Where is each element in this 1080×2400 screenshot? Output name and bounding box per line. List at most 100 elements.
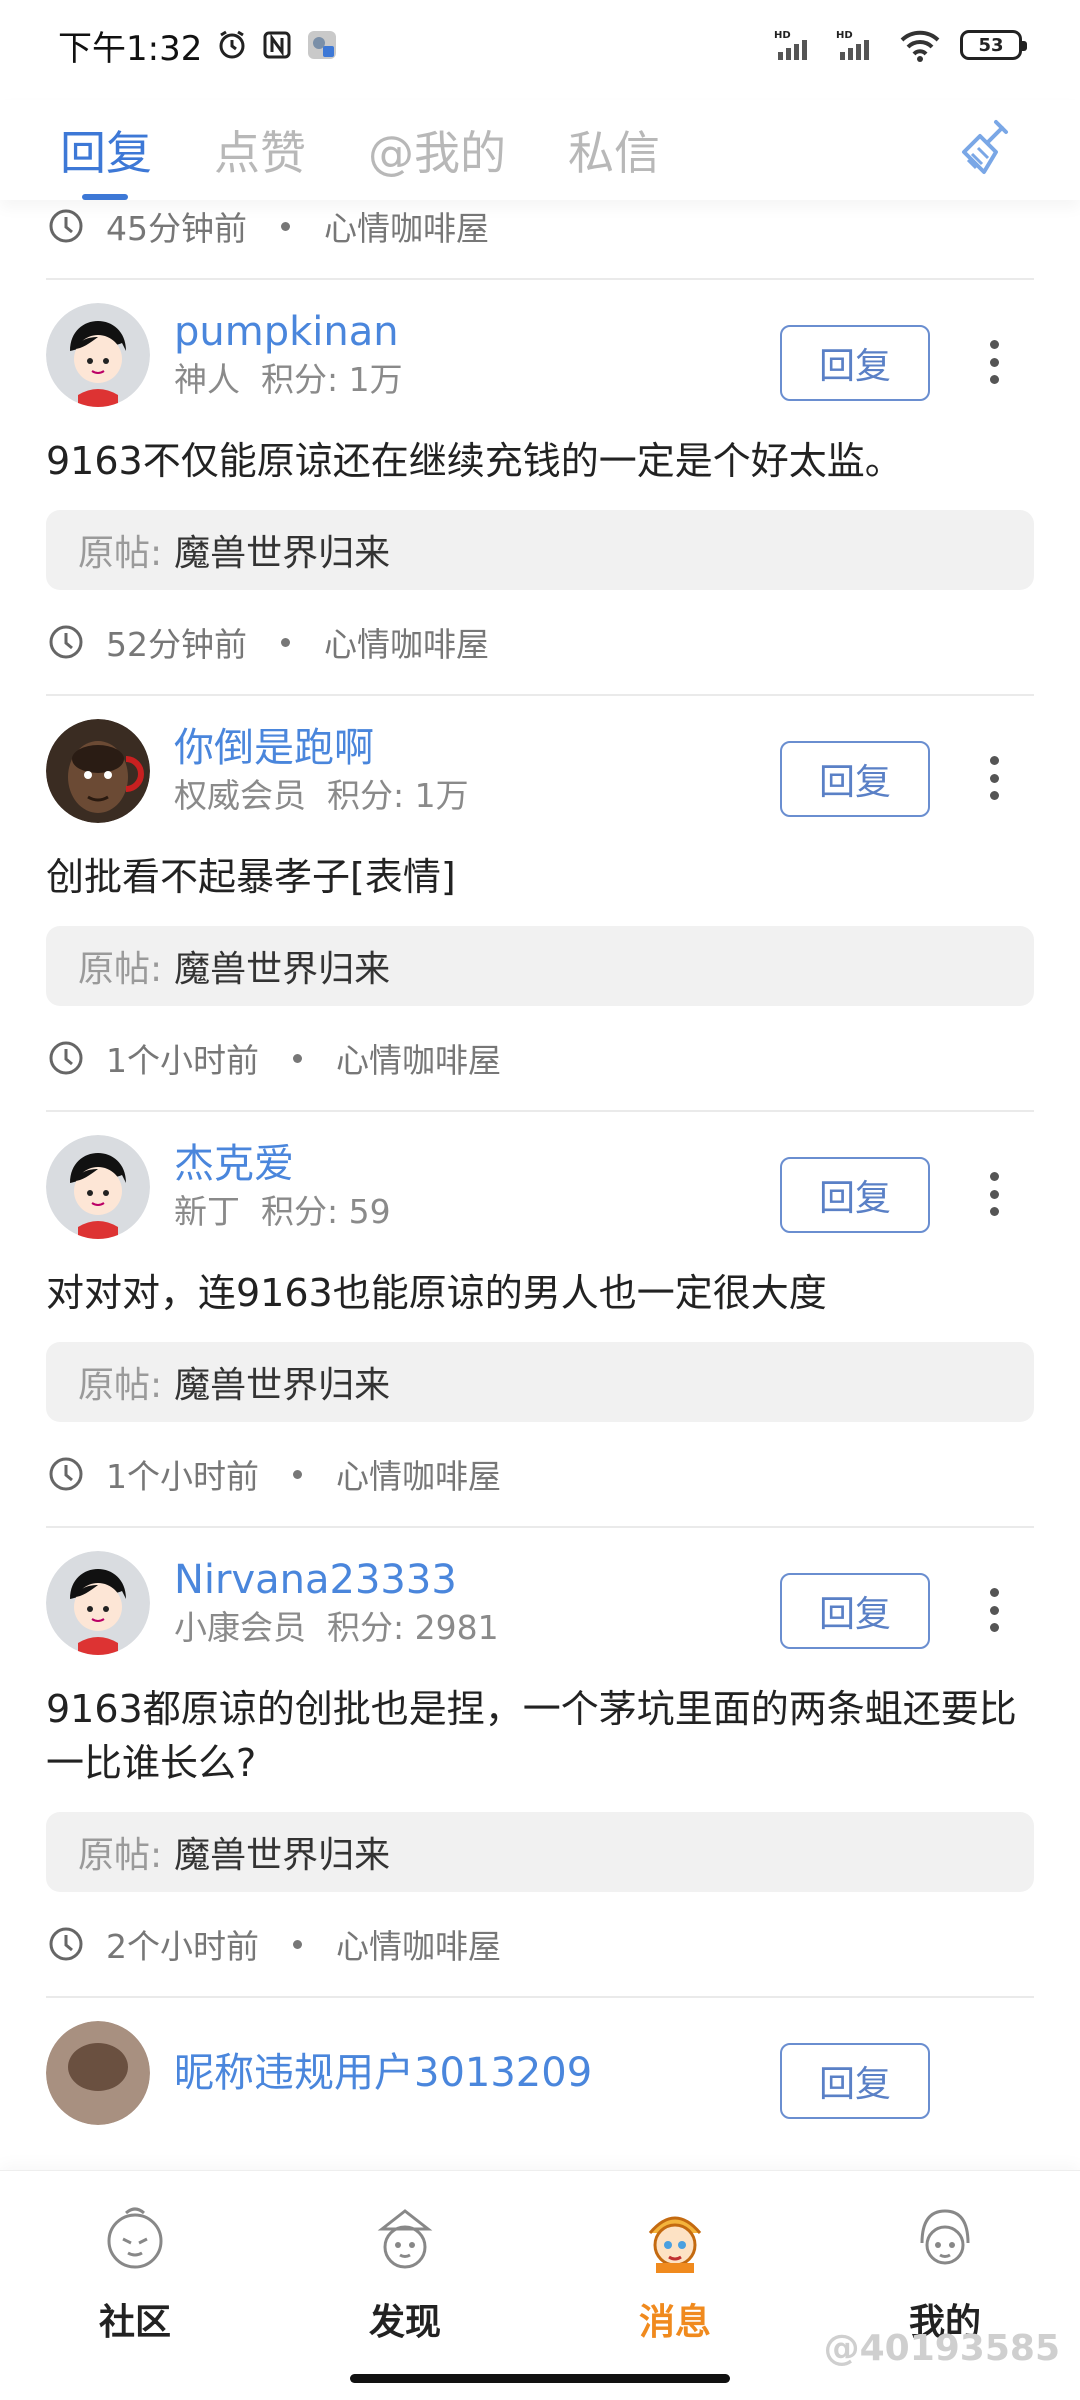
clock-icon	[49, 625, 83, 659]
origin-title: 魔兽世界归来	[174, 1835, 391, 1876]
avatar[interactable]	[46, 1135, 150, 1239]
separator-dot	[281, 637, 290, 647]
clock-icon	[49, 209, 83, 243]
nav-label: 发现	[368, 2302, 441, 2343]
reply-meta: 52分钟前 心情咖啡屋	[46, 616, 1034, 668]
reply-button[interactable]: 回复	[780, 1573, 930, 1649]
tab-mentions[interactable]: @我的	[368, 100, 506, 200]
tab-replies[interactable]: 回复	[60, 100, 152, 200]
user-points: 积分: 1万	[260, 360, 403, 399]
origin-label: 原帖:	[78, 533, 163, 574]
reply-content: 9163不仅能原谅还在继续充钱的一定是个好太监。	[46, 439, 903, 483]
separator-dot	[293, 1939, 302, 1949]
signal-icon: HD	[836, 30, 869, 60]
reply-button[interactable]: 回复	[780, 325, 930, 401]
origin-label: 原帖:	[78, 1365, 163, 1406]
avatar[interactable]	[46, 719, 150, 823]
wifi-icon	[900, 30, 940, 62]
reply-list: 45分钟前 心情咖啡屋 pumpkinan 神人 积分: 1万 回复 9163不…	[0, 200, 1080, 2170]
username[interactable]: 杰克爱	[174, 1139, 391, 1189]
origin-title: 魔兽世界归来	[174, 1365, 391, 1406]
clear-broom-icon[interactable]	[958, 118, 1014, 180]
user-rank: 新丁	[174, 1192, 240, 1231]
more-options-icon[interactable]	[974, 1162, 1014, 1226]
origin-label: 原帖:	[78, 1835, 163, 1876]
status-bar: 下午1:32 HD HD 53	[0, 0, 1080, 90]
user-points: 积分: 59	[260, 1192, 391, 1231]
reply-button[interactable]: 回复	[780, 1157, 930, 1233]
origin-label: 原帖:	[78, 949, 163, 990]
original-post-link[interactable]: 原帖: 魔兽世界归来	[46, 510, 1034, 590]
svg-text:HD: HD	[774, 30, 791, 41]
reply-meta: 1个小时前 心情咖啡屋	[46, 1032, 1034, 1084]
reply-time: 1个小时前	[106, 1457, 259, 1496]
nav-label: 消息	[638, 2302, 711, 2343]
home-indicator[interactable]	[350, 2374, 730, 2383]
svg-text:HD: HD	[836, 30, 853, 41]
list-item: 杰克爱 新丁 积分: 59 回复 对对对，连9163也能原谅的男人也一定很大度 …	[0, 1112, 1080, 1500]
list-item: pumpkinan 神人 积分: 1万 回复 9163不仅能原谅还在继续充钱的一…	[0, 280, 1080, 668]
tab-likes[interactable]: 点赞	[214, 100, 306, 200]
forum-name[interactable]: 心情咖啡屋	[336, 1920, 501, 1968]
reply-time: 1个小时前	[106, 1041, 259, 1080]
community-icon	[107, 2207, 163, 2269]
origin-title: 魔兽世界归来	[174, 533, 391, 574]
user-points: 积分: 1万	[326, 776, 469, 815]
nav-item-discover[interactable]: 发现	[270, 2171, 540, 2400]
watermark: @40193585	[823, 2328, 1060, 2369]
nfc-icon	[263, 31, 291, 59]
reply-time: 2个小时前	[106, 1927, 259, 1966]
user-level: 新丁 积分: 59	[174, 1189, 391, 1235]
reply-meta: 45分钟前 心情咖啡屋	[0, 200, 1080, 252]
reply-content: 9163都原谅的创批也是捏，一个茅坑里面的两条蛆还要比一比谁长么?	[46, 1687, 1017, 1785]
forum-name[interactable]: 心情咖啡屋	[336, 1034, 501, 1082]
message-tabs: 回复 点赞 @我的 私信	[0, 100, 1080, 200]
user-level: 小康会员 积分: 2981	[174, 1605, 499, 1651]
clock-icon	[49, 1457, 83, 1491]
reply-button[interactable]: 回复	[780, 2043, 930, 2119]
battery-level: 53	[978, 34, 1004, 56]
username[interactable]: Nirvana23333	[174, 1555, 499, 1605]
reply-content: 对对对，连9163也能原谅的男人也一定很大度	[46, 1271, 827, 1315]
more-options-icon[interactable]	[974, 330, 1014, 394]
separator-dot	[281, 221, 290, 231]
reply-button[interactable]: 回复	[780, 741, 930, 817]
more-options-icon[interactable]	[974, 1578, 1014, 1642]
original-post-link[interactable]: 原帖: 魔兽世界归来	[46, 1342, 1034, 1422]
reply-meta: 1个小时前 心情咖啡屋	[46, 1448, 1034, 1500]
list-item: 昵称违规用户3013209 回复	[0, 1998, 1080, 2148]
origin-title: 魔兽世界归来	[174, 949, 391, 990]
more-options-icon[interactable]	[974, 746, 1014, 810]
username[interactable]: 昵称违规用户3013209	[174, 2048, 592, 2098]
original-post-link[interactable]: 原帖: 魔兽世界归来	[46, 1812, 1034, 1892]
message-icon	[648, 2216, 702, 2273]
user-level: 神人 积分: 1万	[174, 357, 403, 403]
tab-private-messages[interactable]: 私信	[568, 100, 660, 200]
forum-name[interactable]: 心情咖啡屋	[336, 1450, 501, 1498]
battery-indicator: 53	[960, 30, 1027, 60]
reply-content: 创批看不起暴孝子[表情]	[46, 855, 456, 899]
reply-time: 52分钟前	[106, 625, 247, 664]
nav-item-messages[interactable]: 消息	[540, 2171, 810, 2400]
user-rank: 神人	[174, 360, 240, 399]
clock-icon	[49, 1927, 83, 1961]
list-item: Nirvana23333 小康会员 积分: 2981 回复 9163都原谅的创批…	[0, 1528, 1080, 1970]
user-level: 权威会员 积分: 1万	[174, 773, 469, 819]
original-post-link[interactable]: 原帖: 魔兽世界归来	[46, 926, 1034, 1006]
avatar[interactable]	[46, 303, 150, 407]
username[interactable]: pumpkinan	[174, 307, 403, 357]
reply-meta: 2个小时前 心情咖啡屋	[46, 1918, 1034, 1970]
nav-item-community[interactable]: 社区	[0, 2171, 270, 2400]
avatar[interactable]	[46, 2021, 150, 2125]
app-notification-icon	[308, 31, 337, 59]
profile-icon	[920, 2209, 970, 2265]
user-rank: 权威会员	[174, 776, 306, 815]
avatar[interactable]	[46, 1551, 150, 1655]
clock-icon	[49, 1041, 83, 1075]
user-rank: 小康会员	[174, 1608, 306, 1647]
nav-label: 社区	[98, 2302, 171, 2343]
forum-name[interactable]: 心情咖啡屋	[324, 202, 489, 250]
username[interactable]: 你倒是跑啊	[174, 723, 469, 773]
forum-name[interactable]: 心情咖啡屋	[324, 618, 489, 666]
status-time: 下午1:32	[58, 28, 203, 69]
